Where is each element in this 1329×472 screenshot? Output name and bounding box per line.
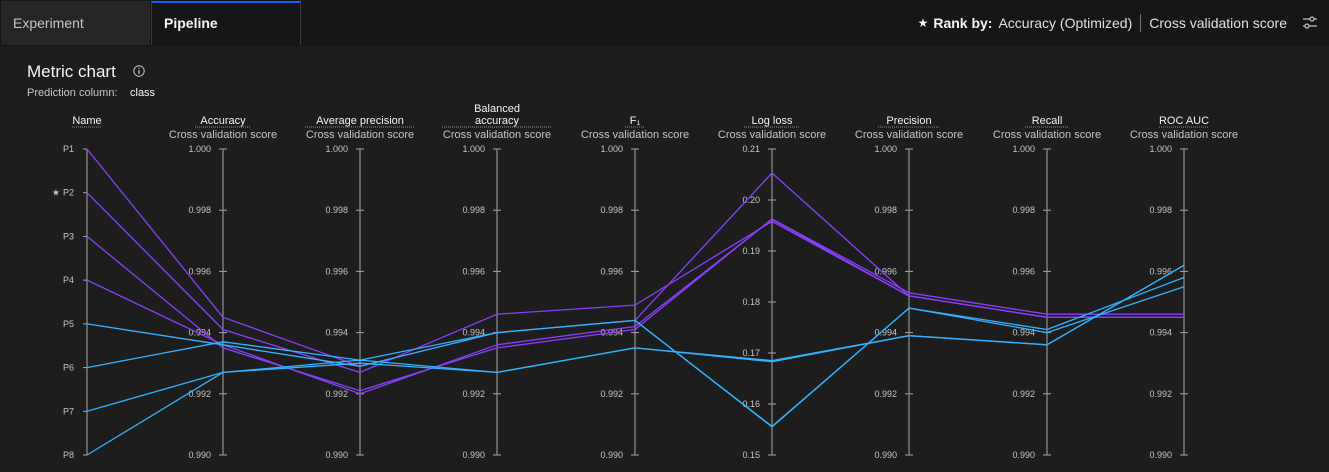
axis-tick-label: 1.000 xyxy=(325,144,348,154)
axis-tick-label: 1.000 xyxy=(462,144,485,154)
axis-label-recall: Recall xyxy=(1032,115,1063,127)
axis-tick-label: 1.000 xyxy=(1149,144,1172,154)
axis-tick-label: 0.996 xyxy=(325,266,348,276)
axis-label-precision: Precision xyxy=(886,115,931,127)
axis-tick-label: 0.21 xyxy=(742,144,760,154)
axis-tick-label: 0.996 xyxy=(1012,266,1035,276)
axis-tick-label: 0.992 xyxy=(188,389,211,399)
axis-label-accuracy: Accuracy xyxy=(200,115,246,127)
axis-tick-label: 0.990 xyxy=(325,450,348,460)
axis-tick-label: 0.15 xyxy=(742,450,760,460)
axis-tick-label: 0.992 xyxy=(325,389,348,399)
axis-sublabel-average-precision: Cross validation score xyxy=(306,129,414,141)
axis-tick-label: 0.992 xyxy=(600,389,623,399)
axis-sublabel-roc-auc: Cross validation score xyxy=(1130,129,1238,141)
axis-sublabel-recall: Cross validation score xyxy=(993,129,1101,141)
axis-tick-label: 0.998 xyxy=(874,205,897,215)
axis-tick-label: 0.996 xyxy=(188,266,211,276)
axis-tick-label: 1.000 xyxy=(188,144,211,154)
axis-tick-label: 0.996 xyxy=(600,266,623,276)
axis-sublabel-precision: Cross validation score xyxy=(855,129,963,141)
axis-tick-label: 0.992 xyxy=(462,389,485,399)
pipeline-label-p4: P4 xyxy=(63,275,74,285)
axis-tick-label: 0.20 xyxy=(742,195,760,205)
axis-tick-label: 0.990 xyxy=(600,450,623,460)
metric-parallel-chart: Name P1 P2★ P3 P4 P5 P6 P7 P8 Accuracy Cross valid… xyxy=(52,103,1238,460)
axis-tick-label: 0.996 xyxy=(462,266,485,276)
axis-tick-label: 0.990 xyxy=(462,450,485,460)
axis-tick-label: 0.994 xyxy=(1149,328,1172,338)
axis-tick-label: 0.16 xyxy=(742,399,760,409)
pipeline-label-p6: P6 xyxy=(63,363,74,373)
axis-sublabel-f: Cross validation score xyxy=(581,129,689,141)
axis-tick-label: 0.990 xyxy=(188,450,211,460)
star-icon: ★ xyxy=(52,188,60,198)
axis-tick-label: 0.992 xyxy=(874,389,897,399)
axis-tick-label: 0.998 xyxy=(188,205,211,215)
pipeline-label-p7: P7 xyxy=(63,406,74,416)
axis-tick-label: 1.000 xyxy=(600,144,623,154)
pipeline-label-p5: P5 xyxy=(63,319,74,329)
axis-sublabel-accuracy: Cross validation score xyxy=(169,129,277,141)
axis-label-f: F₁ xyxy=(630,115,641,127)
axis-tick-label: 0.998 xyxy=(325,205,348,215)
axis-tick-label: 0.990 xyxy=(1012,450,1035,460)
axis-tick-label: 0.18 xyxy=(742,297,760,307)
axis-label-balanced-accuracy: accuracy xyxy=(475,115,520,127)
axis-sublabel-log-loss: Cross validation score xyxy=(718,129,826,141)
axis-label-balanced-accuracy: Balanced xyxy=(474,103,520,115)
axis-tick-label: 1.000 xyxy=(874,144,897,154)
axis-tick-label: 0.992 xyxy=(1149,389,1172,399)
axis-tick-label: 1.000 xyxy=(1012,144,1035,154)
axis-label-log-loss: Log loss xyxy=(752,115,793,127)
axis-tick-label: 0.17 xyxy=(742,348,760,358)
axis-label-roc-auc: ROC AUC xyxy=(1159,115,1209,127)
axis-tick-label: 0.998 xyxy=(600,205,623,215)
axis-tick-label: 0.998 xyxy=(1012,205,1035,215)
axis-tick-label: 0.998 xyxy=(462,205,485,215)
axis-tick-label: 0.998 xyxy=(1149,205,1172,215)
axis-tick-label: 0.994 xyxy=(325,328,348,338)
pipeline-label-p8: P8 xyxy=(63,450,74,460)
axis-label-average-precision: Average precision xyxy=(316,115,404,127)
pipeline-label-p2: P2 xyxy=(63,188,74,198)
axis-tick-label: 0.990 xyxy=(874,450,897,460)
name-axis-label: Name xyxy=(72,115,101,127)
axis-tick-label: 0.990 xyxy=(1149,450,1172,460)
pipeline-label-p1: P1 xyxy=(63,144,74,154)
axis-tick-label: 0.19 xyxy=(742,246,760,256)
axis-tick-label: 0.992 xyxy=(1012,389,1035,399)
pipeline-label-p3: P3 xyxy=(63,231,74,241)
axis-sublabel-balanced-accuracy: Cross validation score xyxy=(443,129,551,141)
